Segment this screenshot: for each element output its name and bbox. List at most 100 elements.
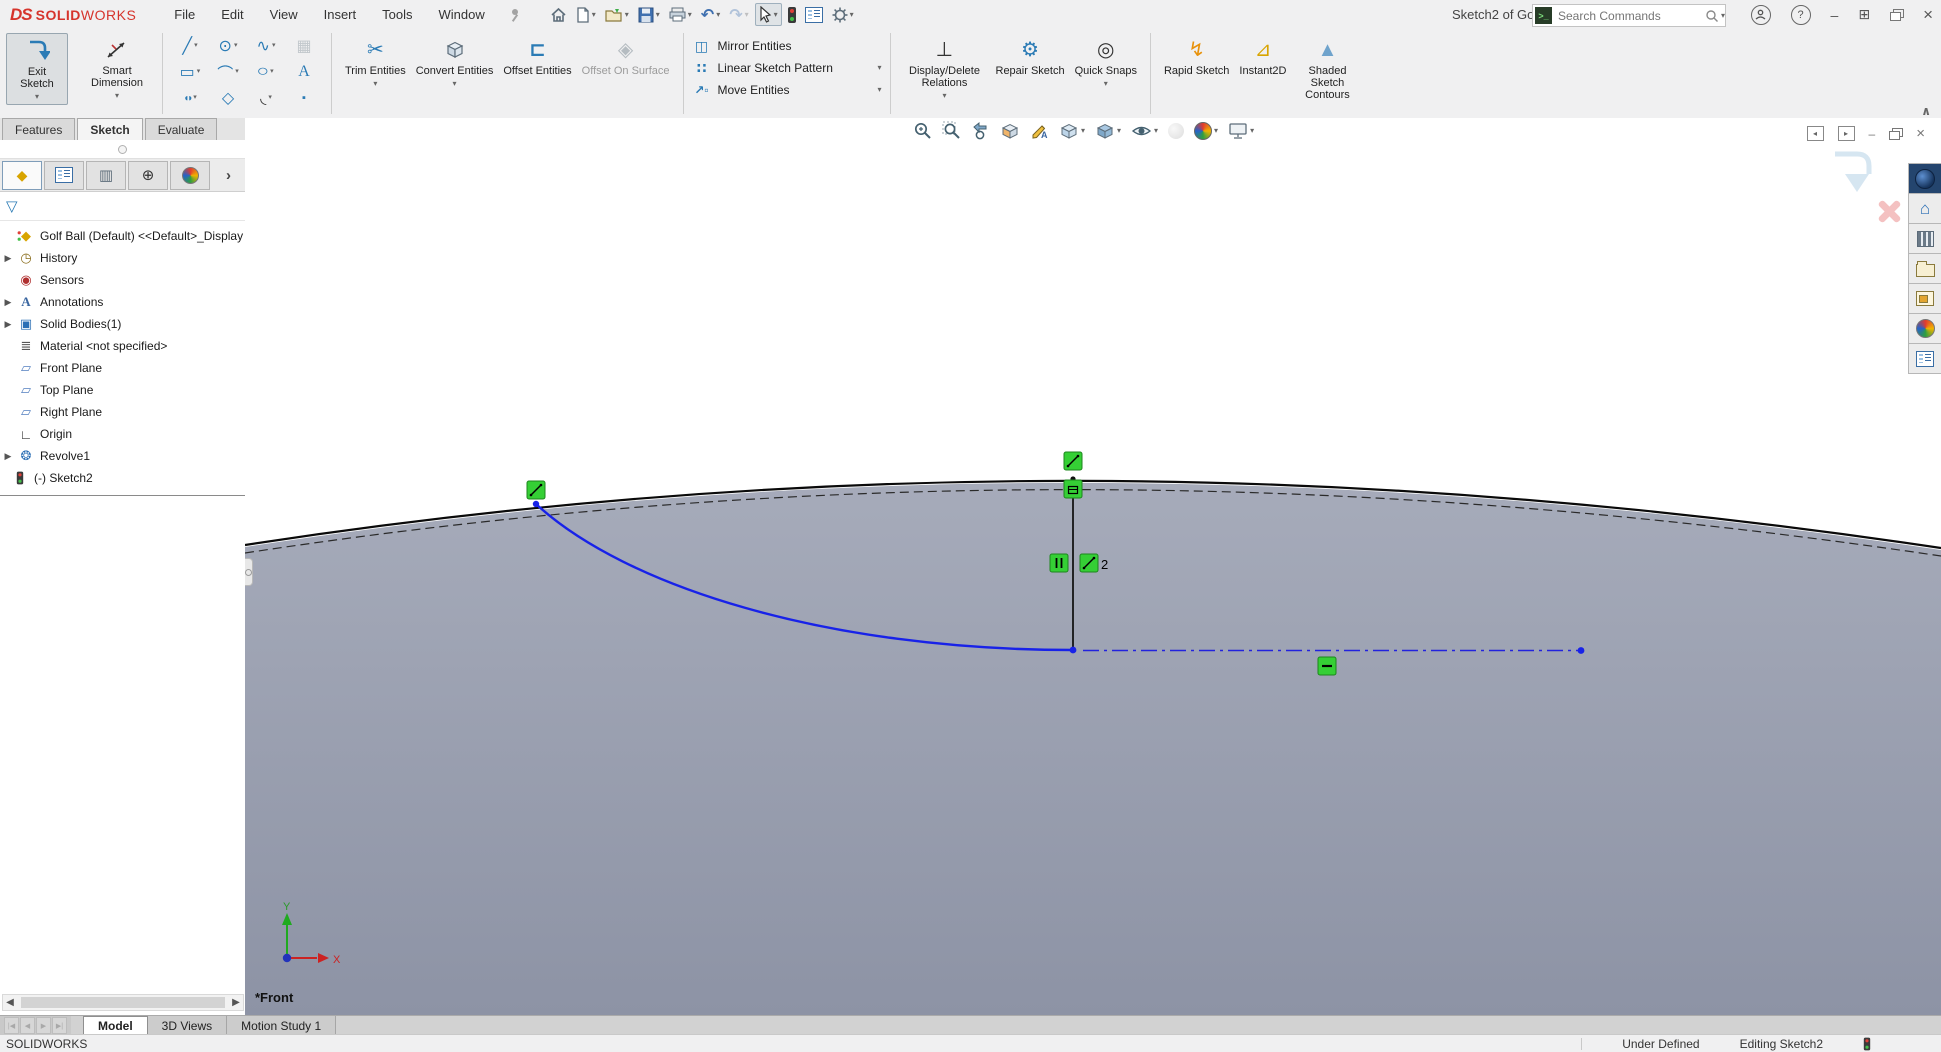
relation-vertical-icon[interactable] [1050,554,1068,572]
undo-caret-icon[interactable]: ▾ [716,11,720,19]
menu-view[interactable]: View [270,7,298,22]
open-document-caret-icon[interactable]: ▾ [625,11,629,19]
tree-item-revolve1[interactable]: ▶ ❂ Revolve1 [0,445,245,467]
hide-show-items-button[interactable]: ▾ [1128,119,1161,142]
dim-xpert-tab[interactable]: ⊕ [128,161,168,190]
move-entities-caret-icon[interactable]: ▾ [877,86,881,94]
arc-endpoint-left[interactable] [533,501,539,507]
select-tool-caret-icon[interactable]: ▾ [774,11,778,19]
tree-item-sensors[interactable]: ◉ Sensors [0,269,245,291]
print-caret-icon[interactable]: ▾ [688,11,692,19]
options-button[interactable]: ▾ [829,5,857,25]
property-manager-tab[interactable] [44,161,84,190]
slot-tool[interactable]: ◖◗▾ [171,93,209,104]
model-sketch-canvas[interactable]: 2 Y X [245,118,1941,1015]
splitter-handle-icon[interactable] [118,145,127,154]
line-caret-icon[interactable]: ▾ [194,42,198,50]
tree-filter-row[interactable]: ▽ [0,192,245,221]
dock-pane-left-icon[interactable]: ◂ [1807,126,1824,141]
tree-item-annotations[interactable]: ▶ A Annotations [0,291,245,313]
text-tool[interactable]: A [285,63,323,81]
convert-caret-icon[interactable]: ▾ [453,80,457,88]
shaded-sketch-contours-button[interactable]: ▲ Shaded Sketch Contours [1292,33,1364,104]
tree-item-right-plane[interactable]: ▱ Right Plane [0,401,245,423]
doc-close-icon[interactable]: × [1916,125,1925,142]
nav-first-icon[interactable]: |◀ [4,1017,19,1034]
home-tab[interactable]: ⌂ [1908,194,1941,224]
display-style-caret-icon[interactable]: ▾ [1117,127,1121,135]
mirror-entities-button[interactable]: ◫ Mirror Entities [692,37,882,55]
relation-pierce-top-icon[interactable] [1064,452,1082,470]
scroll-right-icon[interactable]: ▶ [229,997,243,1008]
scroll-left-icon[interactable]: ◀ [3,997,17,1008]
panel-tabs-more-icon[interactable]: › [226,167,231,184]
help-icon[interactable]: ? [1791,5,1811,25]
tab-model[interactable]: Model [83,1016,148,1035]
rapid-sketch-button[interactable]: ↯ Rapid Sketch [1159,33,1234,80]
view-settings-button[interactable]: ▾ [1225,120,1257,142]
nav-next-icon[interactable]: ▶ [36,1017,51,1034]
login-icon[interactable] [1751,5,1771,25]
view-orientation-button[interactable]: ▾ [1056,119,1088,142]
search-input[interactable] [1556,8,1705,24]
panel-splitter[interactable] [0,140,245,159]
design-library-tab[interactable] [1908,224,1941,254]
linear-sketch-pattern-button[interactable]: ∷ Linear Sketch Pattern ▾ [692,59,882,77]
relation-pierce-2-icon[interactable] [1080,554,1098,572]
spline-caret-icon[interactable]: ▾ [272,42,276,50]
centerline-endpoint[interactable] [1578,647,1585,654]
tree-item-front-plane[interactable]: ▱ Front Plane [0,357,245,379]
menu-edit[interactable]: Edit [221,7,243,22]
new-document-button[interactable]: ▾ [573,5,599,25]
search-caret-icon[interactable]: ▾ [1721,12,1725,20]
exit-sketch-caret-icon[interactable]: ▾ [35,93,39,101]
relation-horizontal-icon[interactable] [1318,657,1336,675]
tree-item-material[interactable]: ≣ Material <not specified> [0,335,245,357]
annotation-visibility-button[interactable]: A [1027,119,1052,142]
instant2d-button[interactable]: ⊿ Instant2D [1234,33,1291,80]
repair-sketch-button[interactable]: ⚙ Repair Sketch [991,33,1070,80]
tree-item-history[interactable]: ▶ ◷ History [0,247,245,269]
ellipse-caret-icon[interactable]: ▾ [270,68,274,76]
line-tool[interactable]: ╱▾ [171,36,209,56]
tab-motion-study-1[interactable]: Motion Study 1 [227,1016,336,1035]
threedexperience-tab[interactable] [1908,163,1941,194]
menu-insert[interactable]: Insert [324,7,357,22]
new-document-caret-icon[interactable]: ▾ [592,11,596,19]
save-caret-icon[interactable]: ▾ [656,11,660,19]
quick-snaps-button[interactable]: ◎ Quick Snaps ▾ [1070,33,1142,91]
tree-item-top-plane[interactable]: ▱ Top Plane [0,379,245,401]
circle-caret-icon[interactable]: ▾ [234,42,238,50]
apply-scene-button[interactable]: ▾ [1191,120,1221,142]
home-button[interactable] [547,5,570,25]
panel-horizontal-scrollbar[interactable]: ◀ ▶ [2,994,244,1011]
rectangle-tool[interactable]: ▭▾ [171,62,209,82]
print-button[interactable]: ▾ [666,5,695,24]
options-caret-icon[interactable]: ▾ [850,11,854,19]
menu-tools[interactable]: Tools [382,7,412,22]
nav-last-icon[interactable]: ▶| [52,1017,67,1034]
graphics-viewport[interactable]: 2 Y X A [245,118,1941,1015]
zoom-to-fit-button[interactable] [910,119,935,142]
expand-arrow-icon[interactable]: ▶ [0,319,16,330]
display-style-button[interactable]: ▾ [1092,119,1124,142]
relation-coincident-icon[interactable] [1064,480,1082,498]
close-button[interactable]: × [1923,5,1933,25]
undo-button[interactable]: ↶ ▾ [698,3,723,27]
file-explorer-tab[interactable] [1908,254,1941,284]
scrollbar-thumb[interactable] [21,997,225,1008]
previous-view-button[interactable] [968,119,993,142]
custom-properties-tab[interactable] [1908,344,1941,374]
arc-endpoint-right[interactable] [1070,647,1077,654]
tab-3d-views[interactable]: 3D Views [148,1016,227,1035]
apply-scene-caret-icon[interactable]: ▾ [1214,127,1218,135]
rectangle-caret-icon[interactable]: ▾ [197,68,201,76]
expand-arrow-icon[interactable]: ▶ [0,253,16,264]
smart-dimension-button[interactable]: Smart Dimension ▾ [80,33,154,103]
display-manager-tab[interactable] [170,161,210,190]
search-commands-box[interactable]: >_ ▾ [1532,4,1726,27]
configuration-manager-tab[interactable]: ▥ [86,161,126,190]
rebuild-button[interactable] [785,5,799,25]
select-tool-button[interactable]: ▾ [755,3,782,26]
doc-minimize-icon[interactable]: – [1869,127,1876,141]
